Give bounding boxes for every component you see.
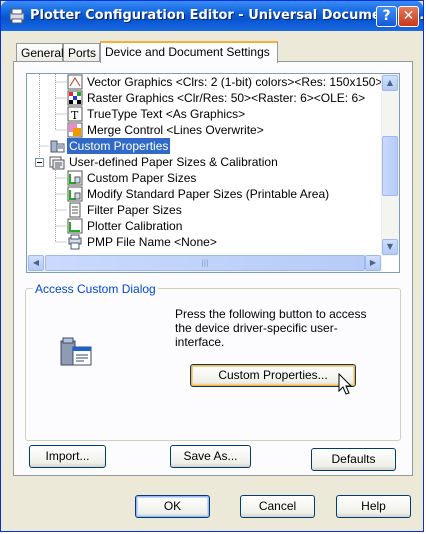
- defaults-button[interactable]: Defaults: [311, 448, 396, 471]
- pmp-file-icon: [68, 234, 82, 250]
- svg-text:T: T: [71, 109, 79, 122]
- group-description: Press the following button to access the…: [175, 307, 367, 349]
- scroll-up-button[interactable]: ▲: [382, 75, 398, 91]
- tree-horizontal-scrollbar[interactable]: ◀ ||| ▶: [27, 255, 382, 272]
- help-title-button[interactable]: ?: [376, 6, 397, 27]
- horizontal-scroll-thumb[interactable]: |||: [45, 255, 365, 271]
- raster-graphics-icon: [67, 90, 83, 106]
- scroll-left-button[interactable]: ◀: [28, 255, 44, 271]
- tree-item-label: Vector Graphics <Clrs: 2 (1-bit) colors>…: [87, 75, 400, 89]
- filter-paper-sizes-icon: [69, 202, 81, 218]
- mouse-cursor-icon: [338, 373, 353, 395]
- plotter-calibration-icon: [67, 218, 83, 234]
- custom-dialog-icon: [60, 337, 92, 366]
- vector-graphics-icon: [67, 74, 83, 90]
- custom-paper-sizes-icon: [67, 170, 83, 186]
- tree-item-label: Modify Standard Paper Sizes (Printable A…: [87, 187, 330, 201]
- scroll-right-button[interactable]: ▶: [365, 255, 381, 271]
- import-button[interactable]: Import...: [29, 445, 106, 468]
- cancel-button[interactable]: Cancel: [240, 495, 315, 518]
- tree-item-label: Custom Properties: [67, 138, 171, 154]
- tab-general[interactable]: General: [16, 43, 64, 61]
- tree-vertical-scrollbar[interactable]: ▲ ▼: [381, 74, 399, 256]
- truetype-text-icon: T: [67, 106, 83, 122]
- title-bar[interactable]: Plotter Configuration Editor - Universal…: [1, 1, 426, 31]
- save-as-button[interactable]: Save As...: [170, 445, 251, 468]
- tree-item-label: TrueType Text <As Graphics>: [87, 107, 246, 121]
- group-title: Access Custom Dialog: [33, 282, 158, 296]
- tab-ports[interactable]: Ports: [63, 43, 100, 61]
- custom-properties-button[interactable]: Custom Properties...: [190, 364, 356, 387]
- settings-tree[interactable]: Vector Graphics <Clrs: 2 (1-bit) colors>…: [26, 73, 400, 273]
- tree-item-label: Custom Paper Sizes: [87, 171, 197, 185]
- close-title-button[interactable]: ✕: [398, 6, 419, 27]
- tree-item-label: Raster Graphics <Clr/Res: 50><Raster: 6>…: [87, 91, 366, 105]
- window-title: Plotter Configuration Editor - Universal…: [30, 8, 426, 23]
- scroll-down-button[interactable]: ▼: [382, 239, 398, 255]
- tree-item-label: PMP File Name <None>: [87, 235, 217, 249]
- plotter-app-icon: [9, 8, 25, 24]
- paper-sizes-folder-icon: [49, 156, 65, 170]
- plotter-config-window: Plotter Configuration Editor - Universal…: [0, 0, 426, 532]
- ok-button[interactable]: OK: [135, 495, 210, 518]
- tree-item-label: Filter Paper Sizes: [87, 203, 182, 217]
- tree-item-label: Merge Control <Lines Overwrite>: [87, 123, 264, 137]
- help-button[interactable]: Help: [336, 495, 411, 518]
- tree-item-label: User-defined Paper Sizes & Calibration: [69, 155, 278, 169]
- vertical-scroll-thumb[interactable]: [382, 136, 398, 196]
- modify-paper-sizes-icon: [67, 186, 83, 202]
- merge-control-icon: [67, 122, 83, 138]
- tab-device-document-settings[interactable]: Device and Document Settings: [100, 41, 278, 63]
- tree-item-label: Plotter Calibration: [87, 219, 183, 233]
- custom-properties-icon: [50, 140, 65, 153]
